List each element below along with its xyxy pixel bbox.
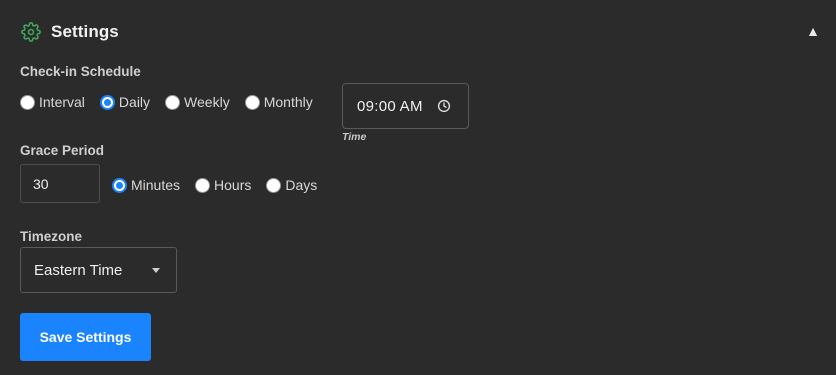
- time-value[interactable]: 09:00 AM: [357, 98, 423, 115]
- grace-unit-radio-group: Minutes Hours Days: [112, 177, 332, 193]
- radio-weekly[interactable]: [165, 94, 181, 110]
- time-caption: Time: [342, 131, 367, 143]
- grace-period-label: Grace Period: [20, 143, 105, 158]
- timezone-label: Timezone: [20, 229, 83, 244]
- schedule-label: Check-in Schedule: [20, 64, 141, 79]
- grace-unit-hours[interactable]: Hours: [195, 177, 251, 193]
- radio-hours[interactable]: [195, 177, 211, 193]
- time-input[interactable]: 09:00 AM: [342, 83, 469, 129]
- grace-period-input[interactable]: 30: [20, 164, 100, 203]
- schedule-option-monthly[interactable]: Monthly: [244, 94, 313, 110]
- schedule-radio-group: Interval Daily Weekly Monthly: [20, 94, 328, 110]
- settings-panel: Settings ▲ Check-in Schedule Interval Da…: [0, 0, 836, 375]
- timezone-value: Eastern Time: [34, 261, 123, 279]
- grace-unit-minutes[interactable]: Minutes: [112, 177, 180, 193]
- radio-monthly[interactable]: [244, 94, 260, 110]
- gear-icon: [20, 21, 42, 43]
- radio-interval[interactable]: [20, 94, 35, 110]
- settings-header: Settings: [20, 20, 119, 44]
- schedule-option-daily[interactable]: Daily: [99, 94, 150, 110]
- collapse-toggle-icon[interactable]: ▲: [806, 22, 820, 40]
- radio-minutes[interactable]: [112, 177, 127, 193]
- schedule-option-weekly[interactable]: Weekly: [165, 94, 230, 110]
- grace-unit-days[interactable]: Days: [266, 177, 317, 193]
- schedule-option-interval[interactable]: Interval: [20, 94, 85, 110]
- caret-down-icon: [152, 268, 160, 273]
- save-settings-button[interactable]: Save Settings: [20, 313, 151, 361]
- radio-days[interactable]: [266, 177, 282, 193]
- page-title: Settings: [51, 22, 119, 41]
- radio-daily[interactable]: [99, 94, 115, 110]
- clock-icon[interactable]: [437, 99, 451, 113]
- timezone-select[interactable]: Eastern Time: [20, 247, 177, 293]
